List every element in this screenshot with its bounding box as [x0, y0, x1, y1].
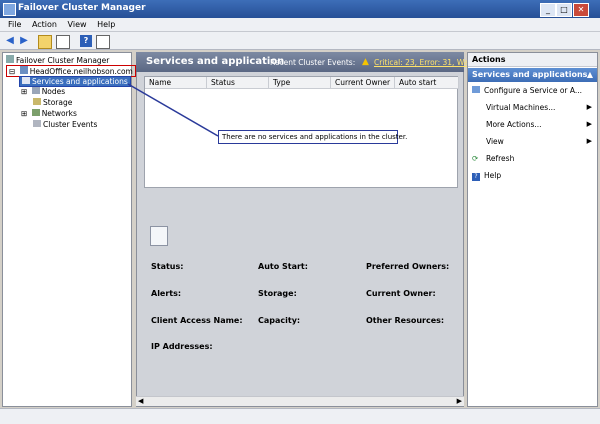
- empty-callout: There are no services and applications i…: [218, 130, 407, 144]
- scroll-right-icon[interactable]: ▶: [457, 397, 462, 405]
- label-auto-start: Auto Start:: [258, 262, 308, 271]
- action-more-actions[interactable]: More Actions... ▶: [472, 120, 594, 132]
- help-icon: ?: [472, 173, 480, 181]
- label-current-owner: Current Owner:: [366, 289, 436, 298]
- actions-section-header[interactable]: Services and applications ▲: [468, 68, 597, 82]
- label-other-resources: Other Resources:: [366, 316, 445, 325]
- actions-title: Actions: [468, 53, 597, 67]
- label-capacity: Capacity:: [258, 316, 301, 325]
- submenu-arrow-icon: ▶: [586, 137, 592, 145]
- label-alerts: Alerts:: [151, 289, 182, 298]
- horizontal-scrollbar[interactable]: ◀ ▶: [136, 396, 464, 406]
- submenu-arrow-icon: ▶: [586, 120, 592, 128]
- action-configure-service[interactable]: Configure a Service or A...: [472, 86, 594, 98]
- configure-icon: [472, 86, 480, 93]
- action-help[interactable]: ? Help: [472, 171, 594, 183]
- service-details-icon: [150, 226, 168, 246]
- refresh-icon: ⟳: [472, 154, 479, 163]
- collapse-arrow-icon[interactable]: ▲: [587, 70, 593, 79]
- actions-pane: Actions Services and applications ▲ Conf…: [467, 52, 598, 407]
- label-status: Status:: [151, 262, 184, 271]
- label-preferred-owners: Preferred Owners:: [366, 262, 450, 271]
- action-view[interactable]: View ▶: [472, 137, 594, 149]
- label-client-access-name: Client Access Name:: [151, 316, 243, 325]
- status-bar: [0, 408, 600, 424]
- submenu-arrow-icon: ▶: [586, 103, 592, 111]
- label-storage: Storage:: [258, 289, 297, 298]
- action-virtual-machines[interactable]: Virtual Machines... ▶: [472, 103, 594, 115]
- action-refresh[interactable]: ⟳ Refresh: [472, 154, 594, 166]
- label-ip-addresses: IP Addresses:: [151, 342, 213, 351]
- scroll-left-icon[interactable]: ◀: [138, 397, 143, 405]
